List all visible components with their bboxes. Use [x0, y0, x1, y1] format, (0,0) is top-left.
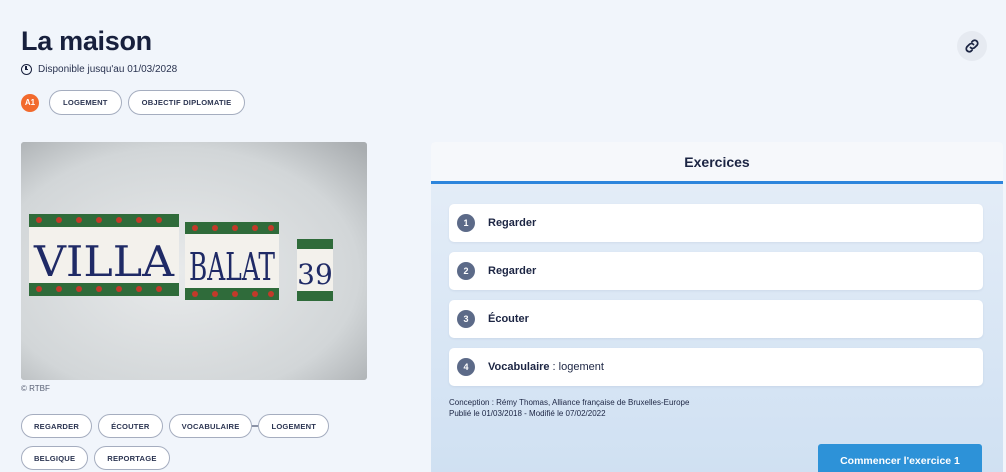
exercise-number: 1: [457, 214, 475, 232]
header-tags: A1 LOGEMENT OBJECTIF DIPLOMATIE: [21, 90, 246, 115]
exercise-label: Regarder: [488, 217, 537, 229]
exercise-number: 2: [457, 262, 475, 280]
sign-number: 39: [297, 258, 333, 291]
tag-vocabulaire[interactable]: VOCABULAIRE: [168, 414, 253, 438]
exercise-item-2[interactable]: 2 Regarder: [449, 252, 983, 290]
tag-logement-2[interactable]: LOGEMENT: [258, 414, 330, 438]
exercise-list: 1 Regarder 2 Regarder 3 Écouter 4 Vocabu…: [449, 204, 983, 396]
exercise-label: Écouter: [488, 313, 529, 325]
exercise-item-3[interactable]: 3 Écouter: [449, 300, 983, 338]
credits-meta: Conception : Rémy Thomas, Alliance franç…: [449, 397, 689, 419]
clock-icon: [21, 64, 32, 75]
tag-regarder[interactable]: REGARDER: [21, 414, 93, 438]
tag-logement[interactable]: LOGEMENT: [49, 90, 122, 115]
copy-link-button[interactable]: [957, 31, 987, 61]
tag-ecouter[interactable]: ÉCOUTER: [98, 414, 163, 438]
tag-reportage[interactable]: REPORTAGE: [94, 446, 170, 470]
availability-text: Disponible jusqu'au 01/03/2028: [38, 64, 178, 75]
topic-tags: REGARDER ÉCOUTER VOCABULAIRE LOGEMENT BE…: [21, 414, 361, 470]
exercises-heading: Exercices: [431, 142, 1003, 184]
exercise-number: 4: [457, 358, 475, 376]
level-badge: A1: [21, 93, 39, 112]
link-icon: [965, 39, 979, 53]
start-exercise-button[interactable]: Commencer l'exercice 1: [818, 444, 982, 472]
exercise-number: 3: [457, 310, 475, 328]
tag-belgique[interactable]: BELGIQUE: [21, 446, 89, 470]
exercise-label: Vocabulaire: [488, 361, 550, 373]
exercises-panel: Exercices 1 Regarder 2 Regarder 3 Écoute…: [431, 142, 1003, 472]
cover-image: VILLA BALAT 39: [21, 142, 367, 380]
exercise-subtitle: : logement: [552, 361, 604, 373]
conception-text: Conception : Rémy Thomas, Alliance franç…: [449, 398, 690, 407]
tag-objectif-diplomatie[interactable]: OBJECTIF DIPLOMATIE: [127, 90, 246, 115]
exercise-label: Regarder: [488, 265, 537, 277]
exercise-item-4[interactable]: 4 Vocabulaire : logement: [449, 348, 983, 386]
published-text: Publié le 01/03/2018 - Modifié le 07/02/…: [449, 409, 606, 418]
exercise-item-1[interactable]: 1 Regarder: [449, 204, 983, 242]
image-credit: © RTBF: [21, 384, 50, 393]
sign-word-balat: BALAT: [189, 245, 275, 289]
page-title: La maison: [21, 26, 152, 56]
sign-word-villa: VILLA: [33, 237, 175, 286]
availability: Disponible jusqu'au 01/03/2028: [21, 64, 177, 75]
